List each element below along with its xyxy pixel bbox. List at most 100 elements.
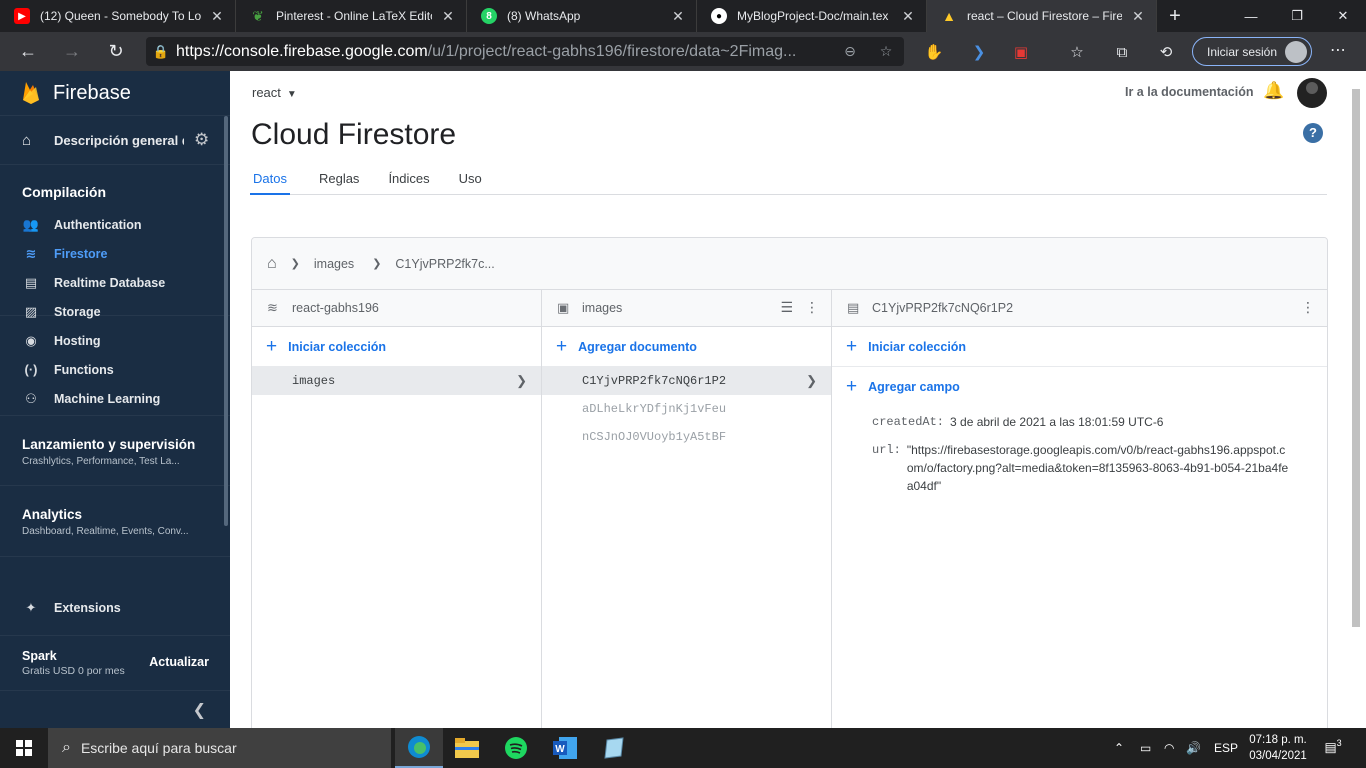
- field-row[interactable]: url: "https://firebasestorage.googleapis…: [872, 441, 1327, 495]
- browser-tab-overleaf[interactable]: ❦ Pinterest - Online LaTeX Editor ✕: [236, 0, 467, 32]
- show-hidden-icons[interactable]: ⌃: [1114, 728, 1124, 768]
- close-tab-icon[interactable]: ✕: [900, 8, 916, 25]
- tab-reglas[interactable]: Reglas: [319, 166, 359, 195]
- browser-tab-github[interactable]: ● MyBlogProject-Doc/main.tex a ✕: [697, 0, 927, 32]
- add-document-button[interactable]: + Agregar documento: [542, 327, 831, 367]
- brand-name: Firebase: [53, 81, 131, 104]
- sidebar-item-label: Storage: [54, 304, 101, 319]
- section-title: Analytics: [22, 507, 83, 522]
- reload-icon[interactable]: ↻: [94, 32, 138, 71]
- volume-icon[interactable]: 🔊: [1186, 728, 1201, 768]
- url-text[interactable]: https://console.firebase.google.com/u/1/…: [176, 43, 832, 61]
- field-key: url:: [872, 443, 901, 457]
- start-collection-button[interactable]: + Iniciar colección: [252, 327, 541, 367]
- more-vert-icon[interactable]: ⋮: [1301, 299, 1315, 316]
- tab-uso[interactable]: Uso: [459, 166, 482, 195]
- file-explorer-taskbar-icon[interactable]: [443, 728, 491, 768]
- address-bar[interactable]: 🔒 https://console.firebase.google.com/u/…: [146, 37, 904, 66]
- close-tab-icon[interactable]: ✕: [670, 8, 686, 25]
- home-icon: ⌂: [22, 131, 32, 149]
- tab-datos[interactable]: Datos: [250, 166, 290, 195]
- project-selector[interactable]: react ▼: [252, 85, 297, 100]
- collections-icon[interactable]: ⧉: [1110, 40, 1134, 64]
- folder-icon: [455, 738, 479, 758]
- extension-pdf-icon[interactable]: ▣: [1009, 40, 1033, 64]
- sidebar-item-hosting[interactable]: ◉ Hosting: [0, 326, 230, 355]
- start-collection-button[interactable]: + Iniciar colección: [832, 327, 1327, 367]
- add-field-button[interactable]: + Agregar campo: [832, 367, 1327, 407]
- page-title: Cloud Firestore: [251, 118, 457, 151]
- analytics-section[interactable]: Analytics Dashboard, Realtime, Events, C…: [0, 486, 230, 557]
- list-item[interactable]: C1YjvPRP2fk7cNQ6r1P2 ❯: [542, 367, 831, 395]
- notifications-bell-icon[interactable]: 🔔: [1263, 81, 1284, 101]
- add-favorite-icon[interactable]: ☆: [868, 43, 904, 60]
- tab-indices[interactable]: Índices: [388, 166, 429, 195]
- forward-icon[interactable]: →: [50, 32, 94, 71]
- favorites-icon[interactable]: ☆: [1065, 40, 1089, 64]
- spotify-taskbar-icon[interactable]: [492, 728, 540, 768]
- collapse-sidebar-icon[interactable]: ❮: [0, 690, 230, 728]
- browser-tab-youtube[interactable]: ▶ (12) Queen - Somebody To Lov ✕: [0, 0, 236, 32]
- list-item[interactable]: nCSJnOJ0VUoyb1yA5tBF: [542, 423, 831, 451]
- taskbar-clock[interactable]: 07:18 p. m. 03/04/2021: [1240, 732, 1316, 764]
- docs-link[interactable]: Ir a la documentación: [1125, 85, 1254, 99]
- language-indicator[interactable]: ESP: [1214, 728, 1238, 768]
- close-tab-icon[interactable]: ✕: [209, 8, 225, 25]
- edge-icon: [408, 736, 430, 758]
- sidebar-scrollbar[interactable]: [224, 116, 228, 526]
- help-icon[interactable]: ?: [1303, 123, 1323, 143]
- word-taskbar-icon[interactable]: W: [541, 728, 589, 768]
- notification-center-button[interactable]: ▤3: [1322, 738, 1344, 758]
- lock-icon[interactable]: 🔒: [146, 44, 176, 60]
- browser-tab-firebase[interactable]: ▲ react – Cloud Firestore – Fireba ✕: [927, 0, 1157, 32]
- edge-taskbar-icon[interactable]: [395, 728, 443, 768]
- browser-tab-whatsapp[interactable]: 8 (8) WhatsApp ✕: [467, 0, 697, 32]
- new-tab-button[interactable]: +: [1157, 0, 1193, 32]
- release-section[interactable]: Lanzamiento y supervisión Crashlytics, P…: [0, 415, 230, 486]
- gear-icon[interactable]: ⚙: [194, 130, 209, 150]
- extension-adblock-icon[interactable]: ✋: [922, 40, 946, 64]
- project-overview-item[interactable]: ⌂ Descripción general del ⚙: [0, 116, 230, 165]
- close-tab-icon[interactable]: ✕: [440, 8, 456, 25]
- maximize-icon[interactable]: ❐: [1274, 0, 1320, 32]
- sign-in-button[interactable]: Iniciar sesión: [1192, 37, 1312, 66]
- sidebar-item-label: Machine Learning: [54, 391, 161, 406]
- more-vert-icon[interactable]: ⋮: [805, 299, 819, 315]
- windows-start-button[interactable]: [0, 728, 48, 768]
- back-icon[interactable]: ←: [6, 32, 50, 71]
- list-item[interactable]: aDLheLkrYDfjnKj1vFeu: [542, 395, 831, 423]
- close-window-icon[interactable]: ✕: [1320, 0, 1366, 32]
- browser-menu-icon[interactable]: ⋯: [1326, 40, 1350, 60]
- firebase-brand[interactable]: Firebase: [0, 71, 230, 116]
- action-label: Iniciar colección: [868, 339, 967, 354]
- breadcrumb-item[interactable]: C1YjvPRP2fk7c...: [395, 257, 494, 271]
- home-icon[interactable]: ⌂: [267, 255, 277, 273]
- filter-icon[interactable]: ☰: [780, 299, 793, 315]
- sidebar-item-realtime-database[interactable]: ▤ Realtime Database: [0, 268, 230, 297]
- battery-icon[interactable]: ▭: [1140, 728, 1151, 768]
- breadcrumb-item[interactable]: images: [314, 257, 354, 271]
- app-taskbar-icon[interactable]: [590, 728, 638, 768]
- sidebar-item-firestore[interactable]: ≋ Firestore: [0, 239, 230, 268]
- document-id: nCSJnOJ0VUoyb1yA5tBF: [582, 430, 727, 444]
- sidebar-item-authentication[interactable]: 👥 Authentication: [0, 210, 230, 239]
- list-item[interactable]: images ❯: [252, 367, 541, 395]
- close-tab-icon[interactable]: ✕: [1130, 8, 1146, 25]
- taskbar-search-box[interactable]: ⌕ Escribe aquí para buscar: [48, 728, 391, 768]
- sidebar-item-functions[interactable]: (·) Functions: [0, 355, 230, 384]
- sidebar-item-storage[interactable]: ▨ Storage: [0, 297, 230, 326]
- plus-icon: +: [846, 335, 858, 357]
- sidebar-item-machine-learning[interactable]: ⚇ Machine Learning: [0, 384, 230, 413]
- page-scrollbar[interactable]: [1352, 89, 1360, 627]
- section-title[interactable]: Compilación: [0, 184, 230, 200]
- wifi-icon[interactable]: ◠: [1164, 728, 1174, 768]
- zoom-icon[interactable]: ⊖: [832, 43, 868, 60]
- sidebar-item-extensions[interactable]: ✦ Extensions: [0, 593, 230, 622]
- extension-arrow-icon[interactable]: ❯: [967, 40, 991, 64]
- data-panel: ⌂ ❯ images ❯ C1YjvPRP2fk7c... ≋ react-ga…: [251, 237, 1328, 732]
- minimize-icon[interactable]: —: [1228, 0, 1274, 32]
- upgrade-button[interactable]: Actualizar: [149, 655, 209, 669]
- user-avatar[interactable]: [1297, 78, 1327, 108]
- field-row[interactable]: createdAt: 3 de abril de 2021 a las 18:0…: [872, 413, 1327, 431]
- feedback-icon[interactable]: ⟲: [1154, 40, 1178, 64]
